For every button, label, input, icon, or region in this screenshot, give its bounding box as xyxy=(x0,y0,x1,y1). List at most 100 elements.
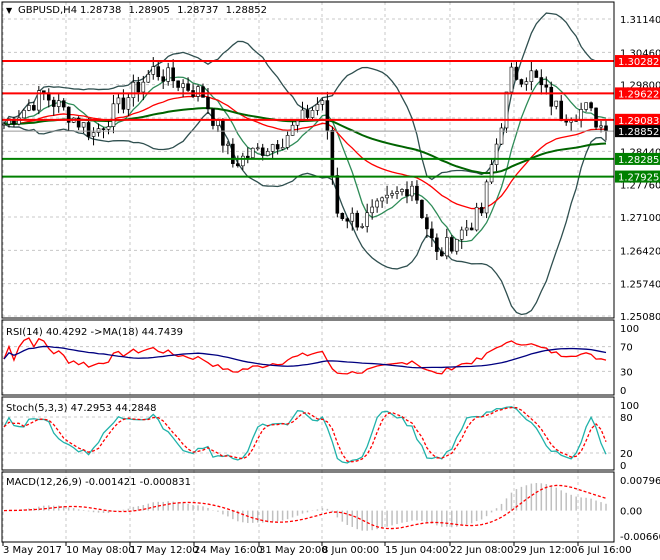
x-tick-label: 22 Jun 08:00 xyxy=(450,545,514,556)
candle-body xyxy=(534,70,539,78)
candle-body xyxy=(519,79,524,85)
candle-body xyxy=(435,237,439,252)
x-tick-label: 15 Jun 04:00 xyxy=(385,545,449,556)
candle-body xyxy=(524,81,529,85)
candle-body xyxy=(335,175,340,214)
candle-body xyxy=(156,66,161,78)
stoch-panel[interactable] xyxy=(3,406,607,464)
bollinger-upper xyxy=(3,12,607,181)
candle-body xyxy=(489,164,494,183)
candle-body xyxy=(86,122,91,137)
candle-body xyxy=(51,99,56,107)
candle-body xyxy=(141,81,146,93)
candle-body xyxy=(514,66,519,80)
level-tag-label: 1.30282 xyxy=(618,57,659,68)
candle-body xyxy=(22,109,26,119)
candle-body xyxy=(325,100,330,131)
candle-body xyxy=(345,218,350,222)
open-value: 1.28738 xyxy=(80,5,121,16)
candle-body xyxy=(216,120,220,126)
candle-body xyxy=(444,237,449,257)
candle-body xyxy=(241,155,245,167)
candle-body xyxy=(420,199,424,218)
level-tag-label: 1.28285 xyxy=(618,155,659,166)
candle-body xyxy=(529,70,534,82)
candle-body xyxy=(320,100,325,105)
candle-body xyxy=(350,212,355,222)
candle-body xyxy=(454,239,459,252)
candle-body xyxy=(459,229,464,240)
candle-body xyxy=(559,100,564,121)
candle-body xyxy=(161,76,166,82)
candle-body xyxy=(27,105,31,111)
candle-body xyxy=(604,125,608,132)
candle-body xyxy=(221,120,225,146)
candle-body xyxy=(136,81,141,93)
candle-body xyxy=(449,237,454,252)
candle-body xyxy=(226,143,230,146)
candle-body xyxy=(305,109,310,118)
stoch-label: Stoch(5,3,3) 47.2953 44.2848 xyxy=(6,403,157,414)
stoch-tick: 20 xyxy=(620,449,633,460)
candle-body xyxy=(280,147,285,150)
candle-body xyxy=(61,100,66,108)
candle-body xyxy=(250,147,255,158)
candle-body xyxy=(111,103,116,127)
collapse-arrow-icon[interactable]: ▼ xyxy=(6,6,13,15)
x-tick-label: 24 May 16:00 xyxy=(194,545,263,556)
candle-body xyxy=(509,66,514,93)
candle-body xyxy=(315,104,320,111)
candle-body xyxy=(260,147,265,156)
candle-body xyxy=(340,212,345,219)
x-tick-label: 17 May 12:00 xyxy=(130,545,199,556)
candle-body xyxy=(206,97,210,110)
price-panel[interactable] xyxy=(2,12,614,316)
x-tick-label: 8 Jun 00:00 xyxy=(322,545,379,556)
candle-body xyxy=(385,194,389,199)
candle-body xyxy=(116,97,121,105)
candle-body xyxy=(81,122,86,128)
y-tick-label: 1.31140 xyxy=(620,15,660,26)
candle-body xyxy=(425,217,429,230)
candle-body xyxy=(231,143,235,164)
rsi-panel[interactable] xyxy=(3,337,607,375)
candle-body xyxy=(275,144,280,150)
candle-body xyxy=(484,181,489,214)
candle-body xyxy=(400,189,404,193)
x-tick-label: 31 May 20:00 xyxy=(259,545,328,556)
rsi-label: RSI(14) 40.4292 ->MA(18) 44.7439 xyxy=(6,327,183,338)
y-tick-label: 1.27100 xyxy=(620,213,660,224)
candle-body xyxy=(295,120,300,126)
candle-body xyxy=(539,77,544,86)
candle-body xyxy=(494,143,499,165)
candle-body xyxy=(584,102,588,110)
x-tick-label: 3 May 2017 xyxy=(3,545,62,556)
candle-body xyxy=(17,117,21,125)
candle-body xyxy=(564,120,568,123)
rsi-tick: 0 xyxy=(620,386,626,397)
ohlc-readout: 1.28738 1.28905 1.28737 1.28852 xyxy=(80,5,267,16)
candle-body xyxy=(126,97,131,110)
chart[interactable]: 3 May 2017 10 May 08:0017 May 12:0024 May… xyxy=(0,0,660,560)
candle-body xyxy=(554,100,559,107)
candle-body xyxy=(330,130,335,176)
candle-body xyxy=(96,128,101,133)
candle-body xyxy=(146,73,151,83)
macd-tick: 0.007961 xyxy=(620,476,660,487)
candle-body xyxy=(440,251,444,257)
candle-body xyxy=(589,102,593,109)
candle-body xyxy=(270,144,275,152)
candle-body xyxy=(106,126,111,130)
candle-body xyxy=(56,100,61,107)
macd-panel[interactable] xyxy=(3,482,607,531)
candle-body xyxy=(176,80,180,88)
macd-tick: -0.006601 xyxy=(620,532,660,543)
rsi-tick: 70 xyxy=(620,343,633,354)
candle-body xyxy=(405,189,409,197)
candle-body xyxy=(415,185,419,201)
candle-body xyxy=(290,124,295,136)
stoch-tick: 0 xyxy=(620,461,626,472)
level-tag-label: 1.27925 xyxy=(618,173,659,184)
stoch-tick: 100 xyxy=(620,401,639,412)
candle-body xyxy=(32,105,36,111)
